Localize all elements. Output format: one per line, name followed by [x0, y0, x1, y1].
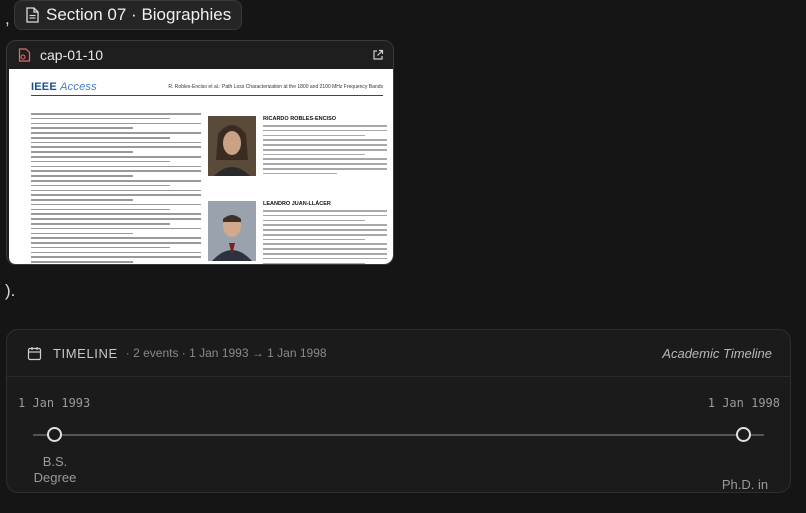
timeline-event-marker[interactable] — [736, 427, 751, 442]
header-rule — [31, 95, 383, 96]
references-column — [31, 113, 201, 264]
bio-2-name: LEANDRO JUAN-LLÁCER — [263, 201, 331, 207]
bio-1-name: RICARDO ROBLES-ENCISO — [263, 116, 337, 122]
bio-1-text — [263, 125, 387, 178]
image-attachment-card[interactable]: cap-01-10 IEEE Access R. Robles-Enciso e… — [6, 40, 394, 265]
timeline-header: TIMELINE · 2 events · 1 Jan 1993 → 1 Jan… — [7, 330, 790, 377]
section-chip-label: Section 07 · Biographies — [46, 5, 232, 24]
open-external-icon[interactable] — [372, 49, 384, 61]
timeline-event-label: Ph.D. in — [721, 477, 769, 492]
timeline-widget: TIMELINE · 2 events · 1 Jan 1993 → 1 Jan… — [6, 329, 791, 493]
author-photo-1 — [208, 116, 256, 176]
timeline-title: TIMELINE — [53, 345, 118, 361]
leading-comma: , — [5, 9, 10, 28]
timeline-end-date: 1 Jan 1998 — [707, 396, 780, 410]
section-chip[interactable]: Section 07 · Biographies — [14, 0, 243, 30]
timeline-track — [33, 434, 764, 436]
document-icon — [26, 7, 39, 23]
calendar-icon — [27, 346, 42, 360]
running-head: R. Robles-Enciso et al.: Path Loss Chara… — [168, 84, 383, 90]
paper-page-image: IEEE Access R. Robles-Enciso et al.: Pat… — [9, 69, 393, 264]
timeline-event-label: B.S. Degree — [33, 454, 77, 485]
bio-2-text — [263, 210, 387, 264]
card-title: cap-01-10 — [40, 47, 104, 63]
ieee-access-logo: IEEE Access — [31, 81, 97, 93]
timeline-meta: · 2 events · 1 Jan 1993 → 1 Jan 1998 — [125, 346, 327, 360]
card-header: cap-01-10 — [7, 41, 393, 69]
image-attachment-icon — [18, 48, 31, 62]
timeline-event-marker[interactable] — [47, 427, 62, 442]
timeline-name: Academic Timeline — [662, 345, 772, 361]
author-photo-2 — [208, 201, 256, 261]
timeline-start-date: 1 Jan 1993 — [18, 396, 91, 410]
closing-paren: ). — [5, 281, 16, 300]
